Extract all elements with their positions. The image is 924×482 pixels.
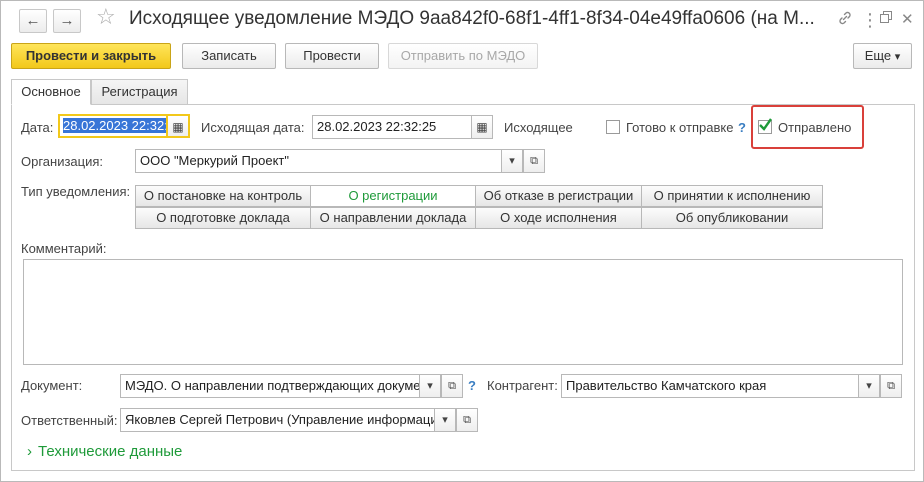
responsible-dropdown-button[interactable]: ▾ [434,408,456,432]
help-icon[interactable]: ? [738,120,746,136]
link-icon[interactable] [837,10,853,32]
dropdown-arrow-icon: ▾ [442,414,448,426]
forward-button[interactable]: → [53,9,81,33]
dropdown-arrow-icon: ▾ [509,155,515,167]
dropdown-arrow-icon: ▾ [427,380,433,392]
direction-label: Исходящее [504,120,573,135]
counterparty-dropdown-button[interactable]: ▾ [858,374,880,398]
out-date-input[interactable]: 28.02.2023 22:32:25 [312,115,472,139]
restore-window-icon[interactable] [879,10,893,30]
open-icon: ⧉ [530,155,538,167]
org-label: Организация: [21,154,104,169]
type-option-report-prep[interactable]: О подготовке доклада [135,207,311,229]
doc-label: Документ: [21,378,83,393]
doc-input[interactable]: МЭДО. О направлении подтверждающих докум… [120,374,420,398]
date-input[interactable]: 28.02.2023 22:32: [58,114,168,138]
type-option-report-sent[interactable]: О направлении доклада [310,207,476,229]
arrow-right-icon: → [59,12,75,29]
post-and-close-button[interactable]: Провести и закрыть [11,43,171,69]
responsible-label: Ответственный: [21,413,118,428]
type-label: Тип уведомления: [21,184,131,199]
org-input[interactable]: ООО "Меркурий Проект" [135,149,502,173]
out-date-label: Исходящая дата: [201,120,305,135]
ready-label: Готово к отправке [626,120,734,135]
dropdown-arrow-icon: ▾ [866,380,872,392]
responsible-input[interactable]: Яковлев Сергей Петрович (Управление инфо… [120,408,435,432]
type-option-control[interactable]: О постановке на контроль [135,185,311,207]
window-title: Исходящее уведомление МЭДО 9aa842f0-68f1… [129,8,815,29]
counterparty-input[interactable]: Правительство Камчатского края [561,374,859,398]
chevron-down-icon: ▾ [894,51,901,63]
comment-textarea[interactable] [23,259,903,365]
tab-registration[interactable]: Регистрация [91,79,188,105]
star-icon[interactable]: ☆ [96,6,116,28]
tech-section-toggle[interactable]: › Технические данные [27,443,182,461]
arrow-left-icon: ← [25,12,41,29]
org-open-button[interactable]: ⧉ [523,149,545,173]
close-icon[interactable]: ✕ [901,10,914,30]
date-calendar-button[interactable]: ▦ [168,114,190,138]
date-label: Дата: [21,120,54,135]
highlight-frame [751,105,864,149]
type-option-acceptance[interactable]: О принятии к исполнению [641,185,823,207]
back-button[interactable]: ← [19,9,47,33]
calendar-icon: ▦ [476,120,488,134]
tab-main[interactable]: Основное [11,79,91,105]
doc-help-icon[interactable]: ? [468,378,476,394]
calendar-icon: ▦ [172,120,184,134]
out-date-calendar-button[interactable]: ▦ [471,115,493,139]
comment-label: Комментарий: [21,241,107,256]
chevron-right-icon: › [27,443,32,460]
date-value: 28.02.2023 22:32: [63,118,168,133]
counterparty-label: Контрагент: [487,378,558,393]
doc-open-button[interactable]: ⧉ [441,374,463,398]
ready-checkbox[interactable] [606,120,620,134]
type-option-published[interactable]: Об опубликовании [641,207,823,229]
counterparty-open-button[interactable]: ⧉ [880,374,902,398]
save-button[interactable]: Записать [182,43,276,69]
more-button[interactable]: Еще ▾ [853,43,912,69]
form-window: ← → ☆ Исходящее уведомление МЭДО 9aa842f… [0,0,924,482]
responsible-open-button[interactable]: ⧉ [456,408,478,432]
type-option-registration[interactable]: О регистрации [310,185,476,207]
org-dropdown-button[interactable]: ▾ [501,149,523,173]
more-label: Еще [864,48,892,63]
type-option-refusal[interactable]: Об отказе в регистрации [475,185,642,207]
open-icon: ⧉ [463,414,471,426]
open-icon: ⧉ [448,380,456,392]
tech-section-label: Технические данные [38,443,183,460]
doc-dropdown-button[interactable]: ▾ [419,374,441,398]
post-button[interactable]: Провести [285,43,379,69]
type-option-progress[interactable]: О ходе исполнения [475,207,642,229]
send-medo-button[interactable]: Отправить по МЭДО [388,43,538,69]
kebab-icon[interactable]: ⋮ [861,10,879,30]
open-icon: ⧉ [887,380,895,392]
